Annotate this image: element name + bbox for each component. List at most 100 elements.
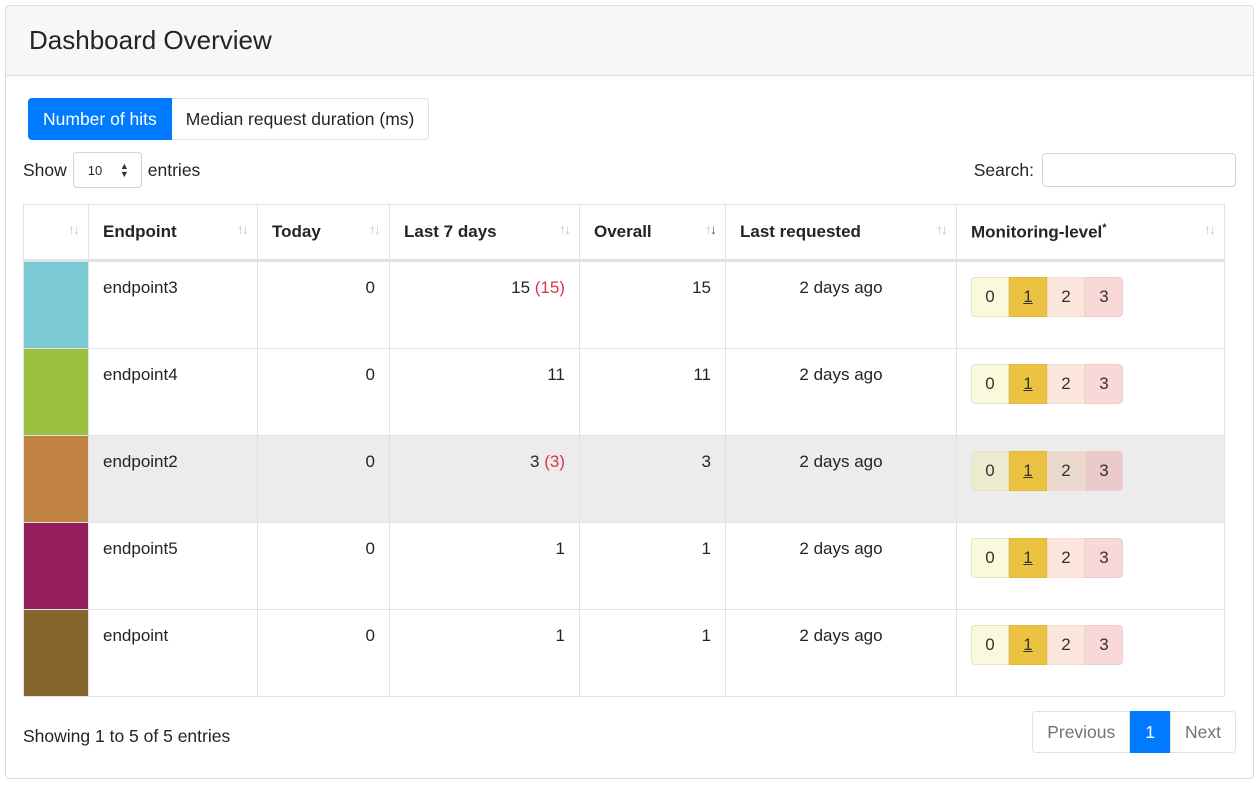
table-row: endpoint4 0 11 11 2 days ago 0 1 2 3 [23,348,1225,436]
tab-median-request-duration[interactable]: Median request duration (ms) [171,98,430,140]
sort-desc-icon: ↑↓ [705,221,717,237]
color-cell [23,435,89,523]
endpoint-color-swatch [24,349,88,435]
search-label: Search: [973,159,1034,180]
column-header-monitoring-level[interactable]: Monitoring-level* ↑↓ [956,204,1225,262]
last-requested-cell: 2 days ago [725,522,957,610]
monitoring-level-3-button[interactable]: 3 [1085,364,1123,404]
sort-icon: ↑↓ [1204,221,1216,237]
today-cell: 0 [257,348,390,436]
monitoring-level-3-button[interactable]: 3 [1085,538,1123,578]
entries-per-page-value: 10 [87,162,103,178]
monitoring-level-group: 0123 [971,538,1210,578]
show-label: Show [23,159,67,180]
last-7-days-cell: 1 [389,609,580,697]
monitoring-level-cell: 0123 [956,435,1225,523]
color-cell [23,348,89,436]
endpoint-cell[interactable]: endpoint5 [88,522,258,610]
column-header-overall[interactable]: Overall ↑↓ [579,204,726,262]
endpoint-cell[interactable]: endpoint4 [88,348,258,436]
monitoring-level-3-button[interactable]: 3 [1085,277,1123,317]
overall-cell: 1 [579,609,726,697]
monitoring-level-0-button[interactable]: 0 [971,625,1009,665]
previous-page-button[interactable]: Previous [1032,711,1131,753]
last-7-days-cell: 1 [389,522,580,610]
column-header-last-requested[interactable]: Last requested ↑↓ [725,204,957,262]
endpoint-cell[interactable]: endpoint [88,609,258,697]
endpoint-color-swatch [24,262,88,348]
last-7-days-cell: 15 (15) [389,260,580,349]
column-header-endpoint[interactable]: Endpoint ↑↓ [88,204,258,262]
table-info: Showing 1 to 5 of 5 entries [23,726,231,746]
endpoint-cell[interactable]: endpoint3 [88,260,258,349]
footnote-asterisk: * [1102,221,1107,234]
monitoring-level-0-button[interactable]: 0 [971,277,1009,317]
column-header-color[interactable]: ↑↓ [23,204,89,262]
column-header-label: Monitoring-level [971,222,1103,242]
last-7-days-cell: 11 [389,348,580,436]
last-7-days-value: 3 [530,452,540,471]
monitoring-level-group: 0123 [971,451,1210,491]
endpoint-color-swatch [24,523,88,609]
column-header-last-7-days[interactable]: Last 7 days ↑↓ [389,204,580,262]
monitoring-level-2-button[interactable]: 2 [1047,451,1085,491]
tab-number-of-hits[interactable]: Number of hits [28,98,172,140]
endpoint-cell[interactable]: endpoint2 [88,435,258,523]
select-caret-icon: ▲ ▼ [119,161,129,179]
search-input[interactable] [1042,153,1236,187]
column-header-label: Overall [594,222,652,241]
monitoring-level-group: 0123 [971,364,1210,404]
monitoring-level-1-button[interactable]: 1 [1009,625,1047,665]
monitoring-level-cell: 0123 [956,348,1225,436]
column-header-label: Endpoint [103,222,177,241]
endpoint-color-swatch [24,610,88,696]
entries-label: entries [147,159,201,180]
table-row: endpoint5 0 1 12 days ago 0 1 2 3 [23,522,1225,610]
monitoring-level-3-button[interactable]: 3 [1085,451,1123,491]
sort-icon: ↑↓ [68,221,80,237]
monitoring-level-1-button[interactable]: 1 [1009,364,1047,404]
entries-per-page-select[interactable]: 10 ▲ ▼ [72,152,142,188]
last-7-days-delta: (15) [534,278,565,297]
column-header-today[interactable]: Today ↑↓ [257,204,390,262]
last-requested-cell: 2 days ago [725,348,957,436]
search-control: Search: [974,152,1236,188]
overall-cell: 11 [579,348,726,436]
column-header-label: Last requested [740,222,861,241]
last-7-days-value: 11 [547,365,565,384]
next-page-button[interactable]: Next [1170,711,1236,753]
monitoring-level-1-button[interactable]: 1 [1009,451,1047,491]
table-row: endpoint3 0 15 (15) 15 2 days ago 0 1 2 3 [23,260,1225,349]
color-cell [23,260,89,349]
monitoring-level-1-button[interactable]: 1 [1009,277,1047,317]
pagination: Previous 1 Next [1032,711,1236,753]
entries-length-control: Show 10 ▲ ▼ entries [23,152,200,188]
monitoring-level-cell: 0123 [956,522,1225,610]
monitoring-level-1-button[interactable]: 1 [1009,538,1047,578]
last-7-days-value: 1 [555,626,565,645]
color-cell [23,609,89,697]
monitoring-level-2-button[interactable]: 2 [1047,538,1085,578]
table-row: endpoint 0 1 12 days ago 0 1 2 3 [23,609,1225,697]
page-1-button[interactable]: 1 [1130,711,1171,753]
monitoring-level-3-button[interactable]: 3 [1085,625,1123,665]
today-cell: 0 [257,435,390,523]
monitoring-level-0-button[interactable]: 0 [971,538,1009,578]
table-header-row: ↑↓ Endpoint ↑↓ Today ↑↓ Last 7 days ↑↓ O… [23,204,1225,262]
overall-cell: 15 [579,260,726,349]
endpoint-color-swatch [24,436,88,522]
monitoring-level-group: 0123 [971,277,1210,317]
monitoring-level-2-button[interactable]: 2 [1047,277,1085,317]
table-row: endpoint2 0 3 (3) 3 2 days ago 0 1 2 3 [23,435,1225,523]
monitoring-level-2-button[interactable]: 2 [1047,364,1085,404]
card-header: Dashboard Overview [6,6,1253,76]
monitoring-level-0-button[interactable]: 0 [971,451,1009,491]
monitoring-level-0-button[interactable]: 0 [971,364,1009,404]
color-cell [23,522,89,610]
column-header-label: Today [272,222,321,241]
monitoring-level-2-button[interactable]: 2 [1047,625,1085,665]
today-cell: 0 [257,522,390,610]
sort-icon: ↑↓ [559,221,571,237]
monitoring-level-cell: 0123 [956,609,1225,697]
sort-icon: ↑↓ [369,221,381,237]
